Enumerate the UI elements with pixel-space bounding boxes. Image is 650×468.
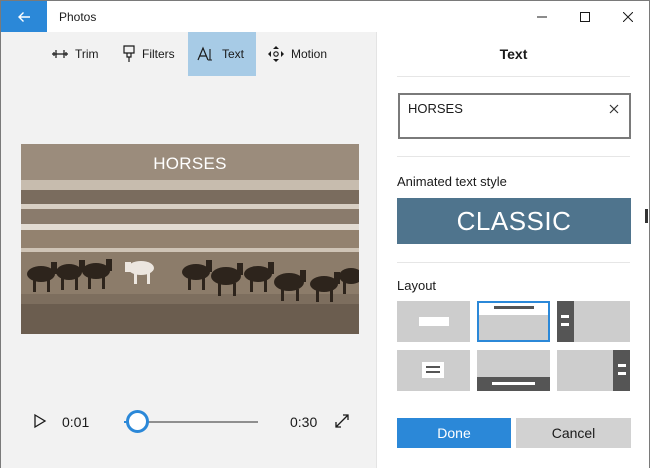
minimize-icon: [537, 16, 547, 17]
photos-window: Photos Trim Filters Text Motion HORSES 0…: [0, 0, 650, 468]
layout-textbar: [494, 306, 534, 309]
maximize-button[interactable]: [562, 1, 608, 32]
layout-textbar: [426, 366, 440, 368]
text-overlay: HORSES: [153, 154, 227, 173]
divider: [397, 156, 630, 157]
text-input[interactable]: HORSES: [398, 93, 631, 139]
layout-option-center[interactable]: [397, 350, 470, 391]
current-time: 0:01: [62, 414, 90, 430]
text-label: Text: [222, 47, 245, 61]
animated-style-label: Animated text style: [397, 174, 507, 189]
divider: [397, 76, 630, 77]
layout-textbar: [561, 323, 569, 326]
layout-textbar: [426, 371, 440, 373]
scrollbar-thumb[interactable]: [645, 209, 648, 223]
text-button[interactable]: Text: [188, 32, 256, 76]
layout-band: [613, 350, 630, 391]
close-button[interactable]: [605, 1, 650, 32]
trim-label: Trim: [75, 47, 99, 61]
end-time: 0:30: [290, 414, 318, 430]
back-button[interactable]: [1, 1, 47, 32]
trim-icon: [52, 50, 68, 58]
expand-icon[interactable]: [334, 413, 350, 429]
playback-controls: 0:01 0:30: [1, 402, 376, 442]
cancel-button[interactable]: Cancel: [516, 418, 631, 448]
seek-thumb[interactable]: [125, 410, 149, 433]
layout-textbar: [561, 315, 569, 318]
filters-icon: [123, 45, 135, 62]
filters-label: Filters: [142, 47, 175, 61]
clear-icon[interactable]: [608, 103, 620, 115]
video-preview[interactable]: HORSES: [21, 144, 359, 334]
layout-option-top[interactable]: [477, 301, 550, 342]
panel-title: Text: [499, 46, 528, 62]
layout-option-bottom[interactable]: [477, 350, 550, 391]
motion-icon: [268, 46, 284, 62]
motion-label: Motion: [291, 47, 328, 61]
maximize-icon: [580, 11, 590, 22]
edit-toolbar: Trim Filters Text Motion: [1, 32, 376, 76]
layout-band: [557, 301, 574, 342]
style-option-classic[interactable]: CLASSIC: [397, 198, 631, 244]
done-button[interactable]: Done: [397, 418, 511, 448]
text-icon: [197, 46, 212, 61]
layout-option-left-bar[interactable]: [557, 301, 630, 342]
minimize-button[interactable]: [519, 1, 565, 32]
layout-textbox: [419, 317, 449, 326]
text-input-value: HORSES: [408, 101, 463, 116]
title-bar: Photos: [1, 1, 649, 32]
app-title: Photos: [59, 10, 97, 24]
layout-textbar: [618, 372, 626, 375]
motion-button[interactable]: Motion: [259, 32, 335, 76]
layout-label: Layout: [397, 278, 437, 293]
arrow-left-icon: [18, 11, 30, 22]
layout-textbar: [492, 382, 535, 385]
filters-button[interactable]: Filters: [114, 32, 183, 76]
layout-textbox: [422, 362, 444, 378]
divider: [397, 262, 630, 263]
layout-option-center-left[interactable]: [397, 301, 470, 342]
layout-option-right-bar[interactable]: [557, 350, 630, 391]
layout-band: [479, 303, 548, 315]
close-icon: [623, 11, 633, 22]
play-icon[interactable]: [33, 413, 47, 429]
text-settings-panel: Text HORSES Animated text style CLASSIC …: [376, 32, 649, 468]
trim-button[interactable]: Trim: [43, 32, 107, 76]
editor-pane: Trim Filters Text Motion HORSES 0:01 0:3…: [1, 32, 376, 468]
layout-textbar: [618, 364, 626, 367]
